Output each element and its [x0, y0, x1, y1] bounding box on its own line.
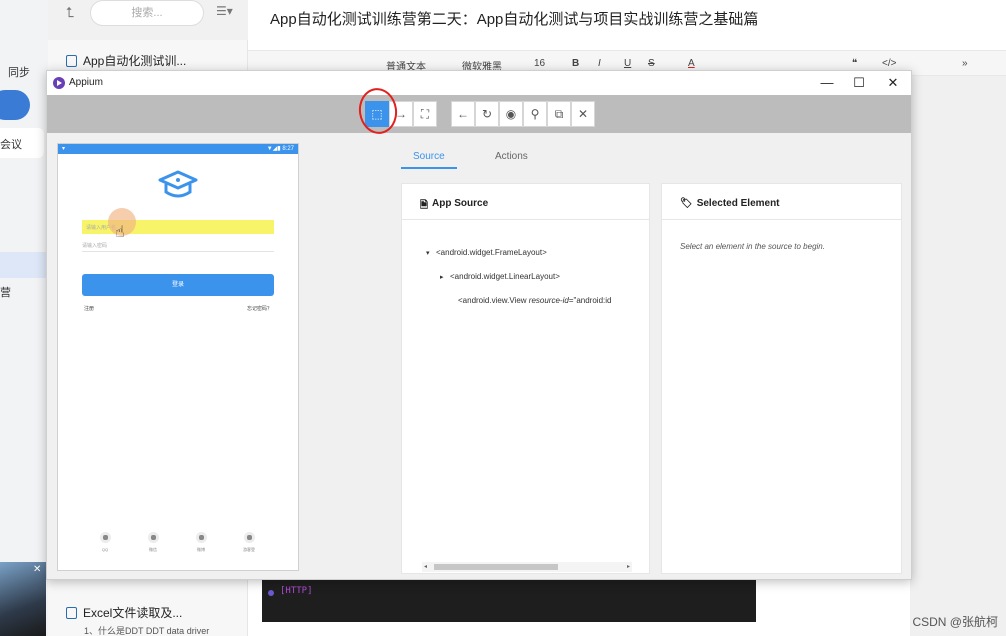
sidebar-selected-item[interactable]: [0, 252, 46, 278]
tree-node[interactable]: <android.view.View resource-id="android:…: [458, 296, 611, 305]
terminal-panel: [HTTP]: [262, 580, 756, 622]
bold-button[interactable]: B: [572, 58, 579, 69]
tree-node-attr-name: resource-id: [528, 296, 569, 305]
document-icon: [66, 606, 77, 619]
tap-by-coordinates-button[interactable]: ⛶: [413, 101, 437, 127]
list-item-preview: 1、什么是DDT DDT data driver: [84, 626, 210, 636]
meeting-item[interactable]: 会议: [0, 128, 44, 158]
status-left: ▾: [62, 146, 66, 152]
tag-icon: 🏷: [680, 198, 693, 209]
list-item-title: Excel文件读取及...: [83, 606, 183, 620]
watermark: CSDN @张航柯: [912, 615, 998, 629]
guest-login-button[interactable]: 游客登: [234, 532, 264, 553]
horizontal-scrollbar[interactable]: ◂ ▸: [422, 562, 632, 572]
webcam-overlay: ✕: [0, 562, 46, 636]
inspector-toolbar: ⬚ → ⛶ ← ↻ ◉ ⚲ ⧉ ✕: [47, 95, 911, 133]
appium-window: Appium — ☐ ✕ ⬚ → ⛶ ← ↻ ◉ ⚲ ⧉ ✕ ▾ ▼◢▮ 8:2…: [46, 70, 912, 580]
search-icon[interactable]: ⚲: [523, 101, 547, 127]
list-menu-icon[interactable]: ☰▾: [216, 4, 233, 18]
app-sidebar: 同步 会议 营: [0, 0, 48, 636]
device-screenshot[interactable]: ▾ ▼◢▮ 8:27 请输入用户名 ☝ 请输入密码 登录 注册 忘记密码？ QQ…: [57, 143, 299, 571]
tree-node-label: <android.widget.FrameLayout>: [436, 248, 547, 257]
sync-label[interactable]: 同步: [8, 64, 30, 80]
up-level-icon[interactable]: ⮤: [66, 4, 74, 21]
appium-logo-icon: [53, 77, 65, 89]
code-button[interactable]: </>: [882, 58, 896, 69]
wechat-login-button[interactable]: 微信: [138, 532, 168, 553]
log-dot-icon: [268, 590, 274, 596]
tree-node[interactable]: ▸ <android.widget.LinearLayout>: [440, 272, 560, 281]
minimize-button[interactable]: —: [819, 75, 835, 91]
expand-caret-icon[interactable]: ▸: [440, 273, 450, 281]
list-item[interactable]: Excel文件读取及...: [66, 604, 182, 621]
tree-node-label: <android.view.View: [458, 296, 529, 305]
eye-icon[interactable]: ◉: [499, 101, 523, 127]
register-link[interactable]: 注册: [84, 305, 94, 312]
app-source-title: App Source: [432, 198, 489, 209]
window-titlebar: Appium — ☐ ✕: [47, 71, 911, 95]
hand-cursor-icon: ☝: [115, 224, 125, 241]
weibo-icon: [195, 532, 207, 543]
status-bar: ▾ ▼◢▮ 8:27: [58, 144, 298, 154]
maximize-button[interactable]: ☐: [851, 75, 867, 91]
collapse-caret-icon[interactable]: ▾: [426, 249, 436, 257]
tab-actions[interactable]: Actions: [495, 151, 528, 162]
copy-xml-icon[interactable]: ⧉: [547, 101, 571, 127]
strikethrough-button[interactable]: S: [648, 58, 655, 69]
tree-node-attr-value: ="android:id: [568, 296, 612, 305]
app-source-header: 🗎 App Source: [402, 184, 649, 220]
third-party-login-bar: QQ 微信 微博 游客登: [58, 532, 298, 562]
new-note-button[interactable]: [0, 90, 30, 120]
window-title: Appium: [69, 77, 103, 88]
search-input[interactable]: 搜索...: [90, 0, 204, 26]
weibo-login-button[interactable]: 微博: [186, 532, 216, 553]
meeting-label: 会议: [0, 139, 22, 151]
qq-icon: [99, 532, 111, 543]
guest-icon: [243, 532, 255, 543]
active-tab-indicator: [401, 167, 457, 169]
graduation-cap-icon: [158, 170, 198, 198]
font-size-select[interactable]: 16: [534, 58, 545, 69]
scrollbar-thumb[interactable]: [434, 564, 558, 570]
guest-label: 游客登: [243, 547, 255, 552]
tab-source[interactable]: Source: [413, 151, 445, 162]
selected-element-message: Select an element in the source to begin…: [680, 242, 825, 251]
font-color-button[interactable]: A: [688, 58, 695, 69]
quote-button[interactable]: ❝: [852, 58, 857, 69]
app-source-panel: 🗎 App Source ▾ <android.widget.FrameLayou…: [401, 183, 650, 574]
selected-element-header: 🏷 Selected Element: [662, 184, 901, 220]
file-icon: 🗎: [420, 200, 429, 211]
more-button[interactable]: »: [962, 58, 968, 69]
qq-login-button[interactable]: QQ: [90, 532, 120, 552]
wechat-icon: [147, 532, 159, 543]
wechat-label: 微信: [149, 547, 157, 552]
italic-button[interactable]: I: [598, 58, 601, 69]
scroll-right-icon[interactable]: ▸: [627, 563, 630, 570]
note-title[interactable]: App自动化测试训练营第二天：App自动化测试与项目实战训练营之基础篇: [270, 8, 758, 29]
underline-button[interactable]: U: [624, 58, 631, 69]
selected-element-title: Selected Element: [696, 198, 780, 209]
back-button[interactable]: ←: [451, 101, 475, 127]
tree-node-label: <android.widget.LinearLayout>: [450, 272, 560, 281]
quit-session-button[interactable]: ✕: [571, 101, 595, 127]
weibo-label: 微博: [197, 547, 205, 552]
selected-element-panel: 🏷 Selected Element Select an element in …: [661, 183, 902, 574]
editor-side-gutter: [910, 76, 1006, 636]
tree-node[interactable]: ▾ <android.widget.FrameLayout>: [426, 248, 547, 257]
list-item[interactable]: App自动化测试训...: [66, 52, 186, 69]
status-right: ▼◢▮ 8:27: [266, 146, 294, 152]
close-icon[interactable]: ✕: [33, 564, 41, 575]
document-icon: [66, 54, 77, 67]
scroll-left-icon[interactable]: ◂: [424, 563, 427, 570]
forgot-password-link[interactable]: 忘记密码？: [247, 305, 272, 312]
camp-label: 营: [0, 287, 11, 299]
refresh-button[interactable]: ↻: [475, 101, 499, 127]
close-button[interactable]: ✕: [885, 75, 901, 91]
password-field[interactable]: 请输入密码: [82, 242, 274, 252]
log-tag: [HTTP]: [280, 586, 313, 596]
qq-label: QQ: [101, 547, 109, 552]
login-button[interactable]: 登录: [82, 274, 274, 296]
list-item-title: App自动化测试训...: [83, 54, 187, 68]
